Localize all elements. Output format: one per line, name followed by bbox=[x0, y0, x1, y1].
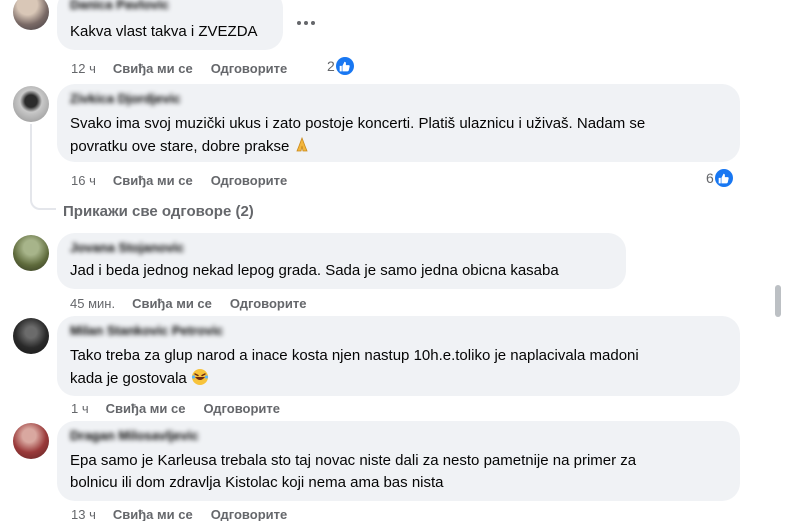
thread-line bbox=[30, 124, 32, 200]
comment-time[interactable]: 1 ч bbox=[71, 401, 89, 416]
comment-author[interactable]: Danica Pavlovic bbox=[70, 0, 169, 12]
avatar[interactable] bbox=[13, 235, 49, 271]
scrollbar-thumb[interactable] bbox=[775, 285, 781, 317]
thread-connector bbox=[30, 196, 56, 210]
reaction-count[interactable]: 6 bbox=[706, 169, 733, 187]
comment-actions: 45 мин. Свиђа ми се Одговорите bbox=[70, 295, 306, 311]
comment-text-line-2: povratku ove stare, dobre prakse bbox=[70, 136, 311, 160]
comment-text-line-2: kada je gostovala bbox=[70, 368, 209, 392]
comment-text: bolnicu ili dom zdravlja Kistolac koji n… bbox=[70, 474, 444, 491]
comment-text: Tako treba za glup narod a inace kosta n… bbox=[70, 347, 639, 364]
like-button[interactable]: Свиђа ми се bbox=[106, 401, 186, 416]
laughing-tears-emoji bbox=[191, 368, 209, 392]
avatar[interactable] bbox=[13, 423, 49, 459]
like-button[interactable]: Свиђа ми се bbox=[113, 507, 193, 521]
comment-actions: 13 ч Свиђа ми се Одговорите bbox=[71, 506, 287, 521]
reply-button[interactable]: Одговорите bbox=[203, 401, 280, 416]
comment-author[interactable]: Dragan Milosavljevic bbox=[70, 428, 199, 443]
comment-time[interactable]: 12 ч bbox=[71, 61, 96, 76]
comment-actions: 12 ч Свиђа ми се Одговорите bbox=[71, 60, 287, 76]
comment-bubble: Jovana Stojanovic Jad i beda jednog neka… bbox=[57, 233, 626, 289]
reaction-count[interactable]: 2 bbox=[327, 57, 354, 75]
reaction-number: 2 bbox=[327, 58, 335, 74]
folded-hands-emoji bbox=[293, 136, 311, 160]
comment-bubble: Zivkica Djordjevic Svako ima svoj muzičk… bbox=[57, 84, 740, 162]
reaction-number: 6 bbox=[706, 170, 714, 186]
reply-button[interactable]: Одговорите bbox=[211, 173, 288, 188]
like-button[interactable]: Свиђа ми се bbox=[132, 296, 212, 311]
comment-actions: 16 ч Свиђа ми се Одговорите bbox=[71, 172, 287, 188]
reply-button[interactable]: Одговорите bbox=[230, 296, 307, 311]
avatar[interactable] bbox=[13, 318, 49, 354]
view-all-replies-link[interactable]: Прикажи све одговоре (2) bbox=[63, 203, 254, 220]
comment-author[interactable]: Jovana Stojanovic bbox=[70, 240, 184, 255]
comment-text: Jad i beda jednog nekad lepog grada. Sad… bbox=[70, 262, 559, 279]
reply-button[interactable]: Одговорите bbox=[211, 507, 288, 521]
comment-text: Kakva vlast takva i ZVEZDA bbox=[70, 23, 258, 40]
comment-text: Svako ima svoj muzički ukus i zato posto… bbox=[70, 115, 646, 132]
comment-time[interactable]: 13 ч bbox=[71, 507, 96, 521]
comment-text: povratku ove stare, dobre prakse bbox=[70, 138, 290, 155]
comment-text: kada je gostovala bbox=[70, 370, 187, 387]
like-button[interactable]: Свиђа ми се bbox=[113, 173, 193, 188]
more-options-icon[interactable] bbox=[292, 13, 320, 33]
comment-time[interactable]: 16 ч bbox=[71, 173, 96, 188]
like-button[interactable]: Свиђа ми се bbox=[113, 61, 193, 76]
avatar[interactable] bbox=[13, 0, 49, 30]
comment-bubble: Milan Stankovic Petrovic Tako treba za g… bbox=[57, 316, 740, 396]
comment-author[interactable]: Milan Stankovic Petrovic bbox=[70, 323, 223, 338]
comment-author[interactable]: Zivkica Djordjevic bbox=[70, 91, 181, 106]
like-thumb-icon bbox=[335, 57, 354, 75]
reply-button[interactable]: Одговорите bbox=[211, 61, 288, 76]
comment-bubble: Danica Pavlovic Kakva vlast takva i ZVEZ… bbox=[57, 0, 283, 50]
comment-time[interactable]: 45 мин. bbox=[70, 296, 115, 311]
comment-text: Epa samo je Karleusa trebala sto taj nov… bbox=[70, 452, 637, 469]
avatar[interactable] bbox=[13, 86, 49, 122]
comment-actions: 1 ч Свиђа ми се Одговорите bbox=[71, 400, 280, 416]
comment-bubble: Dragan Milosavljevic Epa samo je Karleus… bbox=[57, 421, 740, 501]
like-thumb-icon bbox=[714, 169, 733, 187]
